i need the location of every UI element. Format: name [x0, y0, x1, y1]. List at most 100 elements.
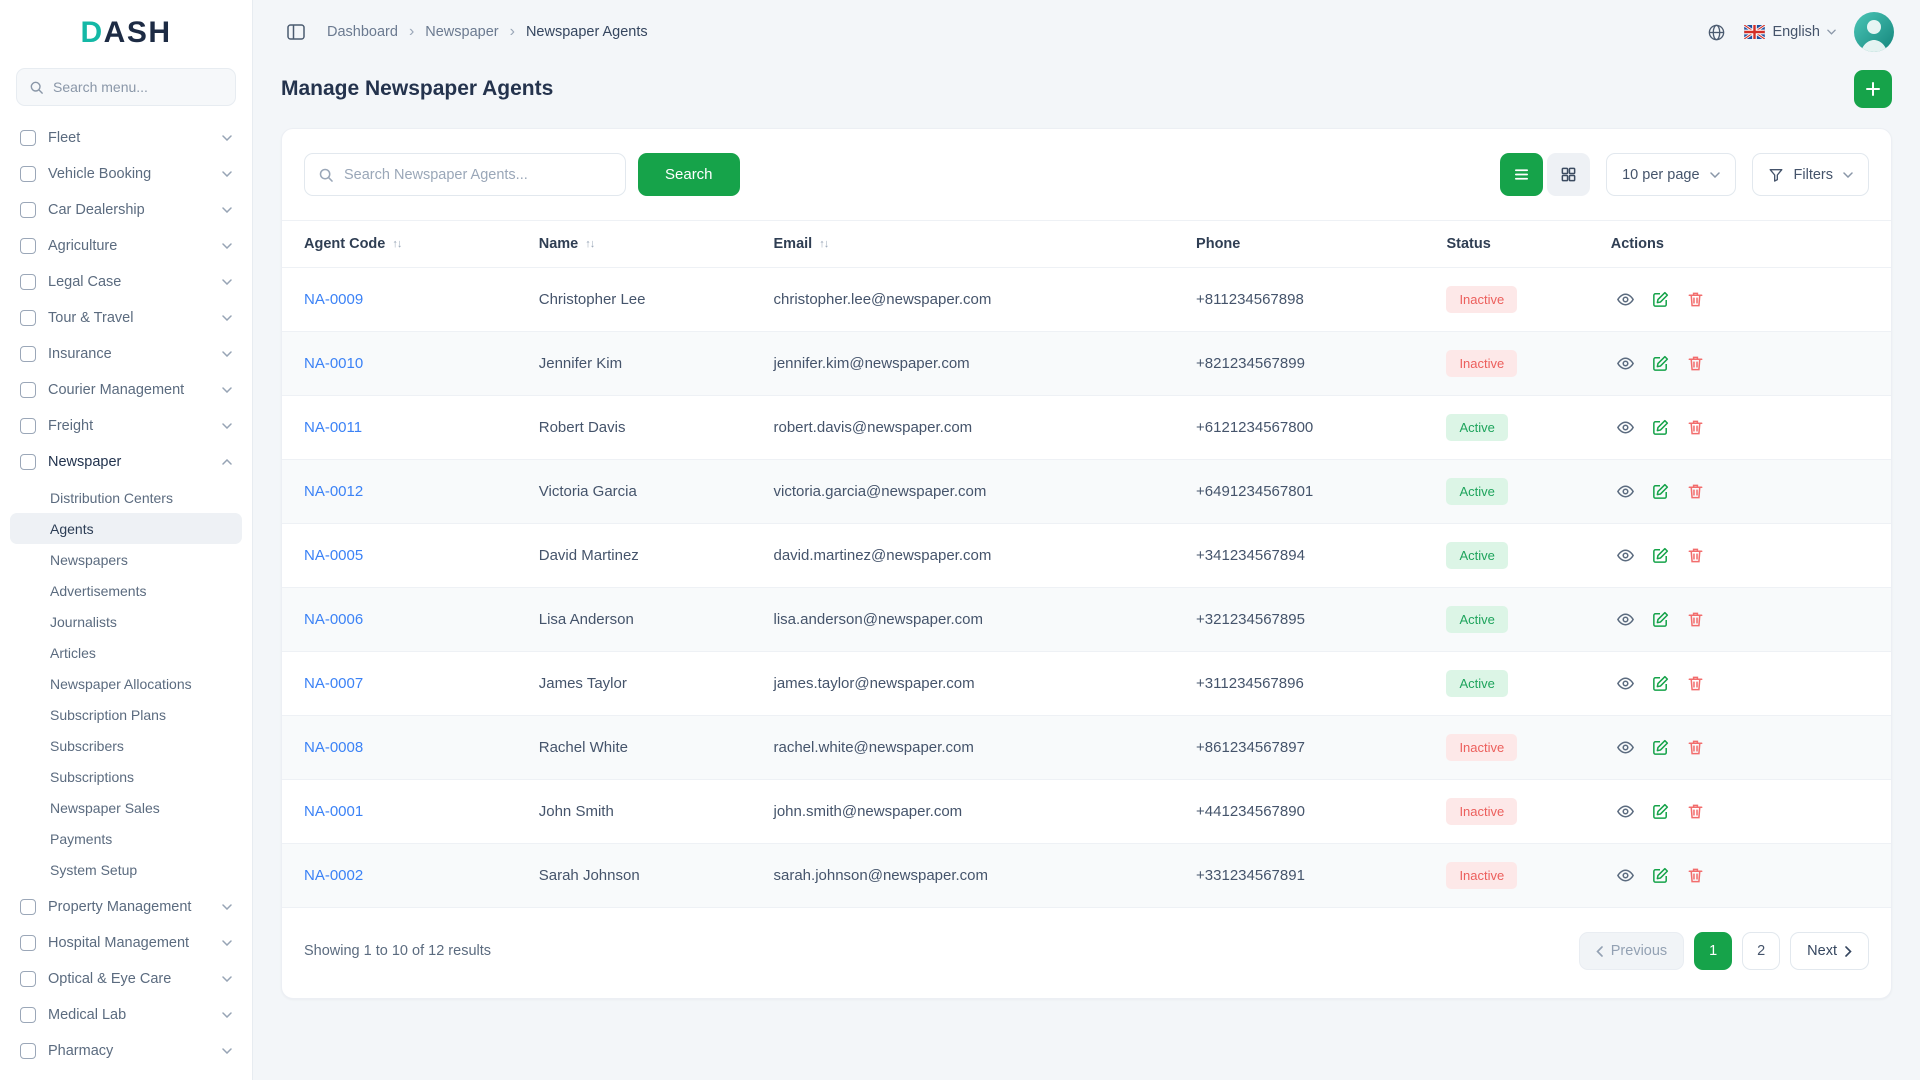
agent-name-cell: James Taylor — [539, 675, 774, 692]
user-avatar[interactable] — [1854, 12, 1894, 52]
delete-button[interactable] — [1681, 605, 1711, 635]
sidebar-subitem[interactable]: Articles — [10, 637, 242, 668]
sidebar-item[interactable]: Tour & Travel — [10, 300, 242, 336]
sidebar-subitem[interactable]: Advertisements — [10, 575, 242, 606]
sidebar-subitem[interactable]: Subscriptions — [10, 761, 242, 792]
sidebar-item[interactable]: Medical Lab — [10, 997, 242, 1033]
page-number-button[interactable]: 2 — [1742, 932, 1780, 970]
courier-management-icon — [20, 382, 36, 398]
edit-icon — [1651, 674, 1670, 693]
grid-view-button[interactable] — [1547, 153, 1590, 196]
delete-button[interactable] — [1681, 669, 1711, 699]
sidebar-subitem-label: Articles — [50, 645, 96, 661]
edit-button[interactable] — [1646, 669, 1676, 699]
menu-search-input[interactable] — [53, 79, 223, 95]
view-button[interactable] — [1611, 413, 1641, 443]
delete-button[interactable] — [1681, 413, 1711, 443]
edit-button[interactable] — [1646, 349, 1676, 379]
sidebar-item[interactable]: Property Management — [10, 889, 242, 925]
sidebar-subitem[interactable]: Subscription Plans — [10, 699, 242, 730]
view-button[interactable] — [1611, 861, 1641, 891]
edit-button[interactable] — [1646, 541, 1676, 571]
column-header-email[interactable]: Email ↑↓ — [774, 236, 1197, 252]
edit-button[interactable] — [1646, 285, 1676, 315]
sidebar-item[interactable]: Vehicle Booking — [10, 156, 242, 192]
edit-button[interactable] — [1646, 733, 1676, 763]
column-header-name[interactable]: Name ↑↓ — [539, 236, 774, 252]
sidebar-item[interactable]: Pharmacy — [10, 1033, 242, 1069]
view-button[interactable] — [1611, 541, 1641, 571]
column-header-agent-code[interactable]: Agent Code ↑↓ — [304, 236, 539, 252]
delete-button[interactable] — [1681, 733, 1711, 763]
delete-button[interactable] — [1681, 861, 1711, 891]
agent-code-link[interactable]: NA-0010 — [304, 355, 363, 372]
sidebar-subitem[interactable]: Distribution Centers — [10, 482, 242, 513]
edit-button[interactable] — [1646, 477, 1676, 507]
sidebar-item[interactable]: Insurance — [10, 336, 242, 372]
sidebar-item-newspaper[interactable]: Newspaper — [10, 444, 242, 480]
view-button[interactable] — [1611, 669, 1641, 699]
agent-code-link[interactable]: NA-0002 — [304, 867, 363, 884]
sidebar-item[interactable]: Hospital Management — [10, 925, 242, 961]
edit-button[interactable] — [1646, 605, 1676, 635]
delete-button[interactable] — [1681, 541, 1711, 571]
agent-code-link[interactable]: NA-0006 — [304, 611, 363, 628]
sidebar-item[interactable]: Courier Management — [10, 372, 242, 408]
view-button[interactable] — [1611, 733, 1641, 763]
edit-button[interactable] — [1646, 797, 1676, 827]
sidebar-item[interactable]: Freight — [10, 408, 242, 444]
next-page-button[interactable]: Next — [1790, 932, 1869, 970]
sidebar-item[interactable]: Fleet — [10, 120, 242, 156]
view-button[interactable] — [1611, 477, 1641, 507]
edit-button[interactable] — [1646, 861, 1676, 891]
delete-button[interactable] — [1681, 349, 1711, 379]
sidebar-item[interactable]: Legal Case — [10, 264, 242, 300]
view-button[interactable] — [1611, 605, 1641, 635]
table-row: NA-0006 Lisa Anderson lisa.anderson@news… — [282, 588, 1891, 652]
breadcrumb-newspaper[interactable]: Newspaper — [425, 24, 498, 40]
sidebar-item[interactable]: Agriculture — [10, 228, 242, 264]
search-button[interactable]: Search — [638, 153, 740, 196]
view-button[interactable] — [1611, 285, 1641, 315]
agent-code-link[interactable]: NA-0009 — [304, 291, 363, 308]
sidebar-subitem[interactable]: Newspapers — [10, 544, 242, 575]
breadcrumb-dashboard[interactable]: Dashboard — [327, 24, 398, 40]
sidebar-subitem[interactable]: Payments — [10, 823, 242, 854]
sidebar-subitem[interactable]: Newspaper Sales — [10, 792, 242, 823]
agent-code-link[interactable]: NA-0001 — [304, 803, 363, 820]
agent-code-link[interactable]: NA-0008 — [304, 739, 363, 756]
sidebar-item[interactable]: Car Dealership — [10, 192, 242, 228]
agent-code-link[interactable]: NA-0007 — [304, 675, 363, 692]
sidebar-item-label: Fleet — [48, 130, 210, 146]
trash-icon — [1686, 674, 1705, 693]
sidebar-subitem[interactable]: Journalists — [10, 606, 242, 637]
delete-button[interactable] — [1681, 477, 1711, 507]
sidebar-subitem[interactable]: Agents — [10, 513, 242, 544]
list-view-button[interactable] — [1500, 153, 1543, 196]
per-page-select[interactable]: 10 per page — [1606, 153, 1735, 196]
page-number-button[interactable]: 1 — [1694, 932, 1732, 970]
agent-code-link[interactable]: NA-0005 — [304, 547, 363, 564]
agent-code-link[interactable]: NA-0011 — [304, 419, 362, 436]
sidebar-toggle-button[interactable] — [279, 15, 313, 49]
sidebar-subitem[interactable]: System Setup — [10, 854, 242, 885]
delete-button[interactable] — [1681, 797, 1711, 827]
agent-email-cell: john.smith@newspaper.com — [774, 803, 1197, 820]
delete-button[interactable] — [1681, 285, 1711, 315]
sidebar-subitem[interactable]: Subscribers — [10, 730, 242, 761]
add-agent-button[interactable] — [1854, 70, 1892, 108]
globe-button[interactable] — [1707, 23, 1726, 42]
view-button[interactable] — [1611, 797, 1641, 827]
sidebar-subitem[interactable]: Newspaper Allocations — [10, 668, 242, 699]
previous-page-button[interactable]: Previous — [1579, 932, 1684, 970]
agents-search-input[interactable] — [344, 167, 612, 183]
agent-email-cell: david.martinez@newspaper.com — [774, 547, 1197, 564]
column-label: Agent Code — [304, 236, 385, 252]
agent-code-link[interactable]: NA-0012 — [304, 483, 363, 500]
sidebar-subitem-label: Agents — [50, 521, 94, 537]
language-selector[interactable]: English — [1744, 24, 1836, 40]
sidebar-item[interactable]: Optical & Eye Care — [10, 961, 242, 997]
edit-button[interactable] — [1646, 413, 1676, 443]
filters-button[interactable]: Filters — [1752, 153, 1869, 196]
view-button[interactable] — [1611, 349, 1641, 379]
